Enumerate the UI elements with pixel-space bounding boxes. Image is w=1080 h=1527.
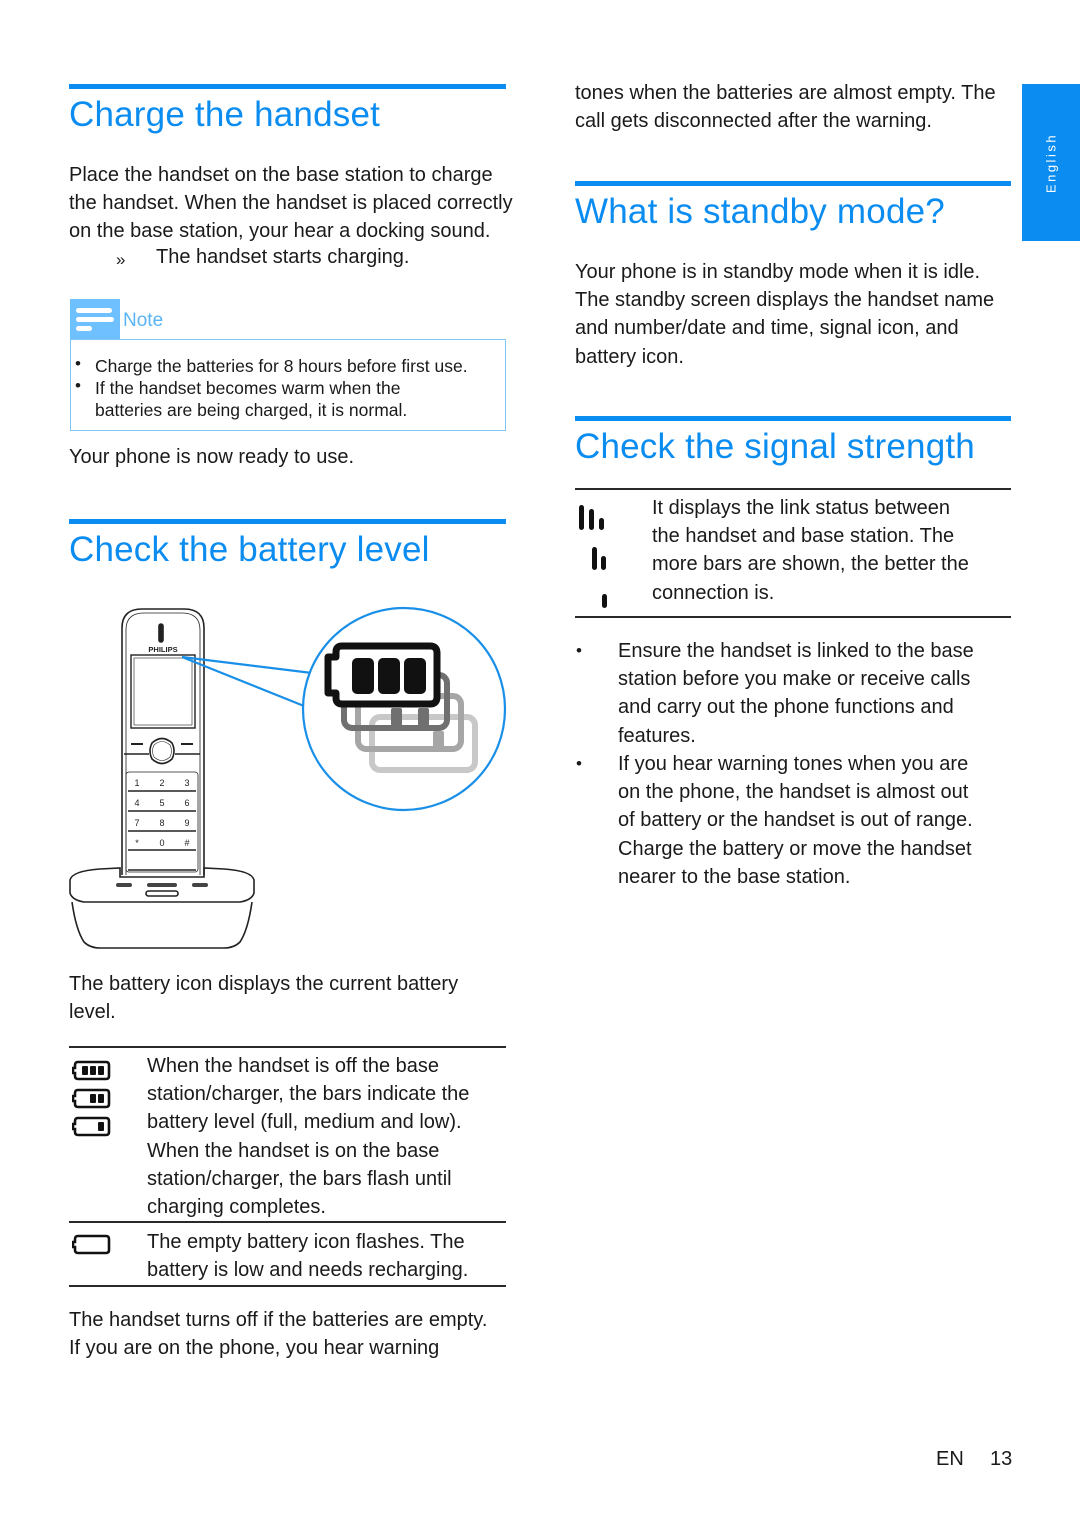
text-line: the handset. When the handset is placed … — [69, 192, 513, 215]
standby-mode-title: What is standby mode? — [575, 192, 945, 231]
phone-battery-illustration: PHILIPS 1 2 3 4 5 6 7 8 9 * 0 # — [69, 606, 507, 949]
signal-low-icon — [602, 594, 607, 608]
table-rule — [575, 488, 1011, 490]
ready-text: Your phone is now ready to use. — [69, 446, 355, 468]
bullet: • — [576, 641, 582, 660]
table-rule — [69, 1221, 506, 1223]
keypad-key: 2 — [159, 778, 164, 788]
table-rule — [69, 1285, 506, 1287]
note-icon — [70, 299, 120, 339]
brand-logo: PHILIPS — [148, 645, 177, 654]
keypad-key: 6 — [184, 798, 189, 808]
section-rule — [69, 84, 506, 89]
bullet: • — [75, 354, 81, 373]
charge-paragraph: Place the handset on the base station to… — [69, 161, 513, 246]
battery-empty-icon — [72, 1234, 111, 1255]
keypad-key: # — [184, 838, 189, 848]
signal-strength-title: Check the signal strength — [575, 427, 975, 466]
battery-level-title: Check the battery level — [69, 530, 430, 569]
note-item: Charge the batteries for 8 hours before … — [95, 356, 468, 376]
keypad-key: 9 — [184, 818, 189, 828]
note-item: If the handset becomes warm when the bat… — [95, 378, 408, 420]
battery-low-icon — [72, 1116, 111, 1137]
signal-levels-icons — [579, 505, 607, 608]
keypad-key: 5 — [159, 798, 164, 808]
signal-table-text: It displays the link status between the … — [652, 497, 969, 604]
battery-medium-icon — [72, 1088, 111, 1109]
battery-outro: The handset turns off if the batteries a… — [69, 1306, 487, 1362]
note-label: Note — [123, 310, 164, 331]
language-tab-label: English — [1043, 132, 1059, 193]
bullet-text: Ensure the handset is linked to the base… — [618, 640, 974, 747]
text-line: The battery icon displays the current ba… — [69, 973, 459, 995]
text-line: Place the handset on the base station to… — [69, 164, 493, 186]
battery-full-icon — [72, 1060, 111, 1081]
signal-medium-icon — [592, 547, 606, 570]
text-line: level. — [69, 1001, 116, 1024]
section-rule — [575, 416, 1011, 421]
bullet-text: If you hear warning tones when you are o… — [618, 753, 973, 888]
standby-paragraph: Your phone is in standby mode when it is… — [575, 261, 995, 368]
text-line: The handset turns off if the batteries a… — [69, 1309, 488, 1331]
keypad: 1 2 3 4 5 6 7 8 9 * 0 # — [134, 778, 189, 848]
keypad-key: 4 — [134, 798, 139, 808]
keypad-key: 0 — [159, 838, 164, 848]
text-line: If you are on the phone, you hear warnin… — [69, 1337, 440, 1360]
keypad-key: 8 — [159, 818, 164, 828]
result-marker: » — [116, 250, 126, 269]
battery-row-text: When the handset is off the base station… — [147, 1055, 470, 1219]
keypad-key: 3 — [184, 778, 189, 788]
keypad-key: 1 — [134, 778, 139, 788]
base-station-illustration — [69, 867, 255, 949]
keypad-key: * — [135, 838, 139, 848]
bullet: • — [75, 376, 81, 395]
result-text: The handset starts charging. — [156, 246, 410, 268]
bullet: • — [576, 754, 582, 773]
section-rule — [575, 181, 1011, 186]
page-number: 13 — [990, 1448, 1013, 1470]
table-rule — [69, 1046, 506, 1048]
text-line: on the base station, your hear a docking… — [69, 220, 491, 243]
continued-text: tones when the batteries are almost empt… — [575, 82, 996, 133]
keypad-key: 7 — [134, 818, 139, 828]
callout-magnifier — [301, 606, 507, 812]
signal-full-icon — [579, 505, 604, 530]
battery-empty-text: The empty battery icon flashes. The batt… — [147, 1231, 469, 1282]
battery-intro: The battery icon displays the current ba… — [69, 970, 458, 1026]
battery-level-icons — [72, 1060, 111, 1137]
footer-language: EN — [936, 1448, 964, 1470]
table-rule — [575, 616, 1011, 618]
section-rule — [69, 519, 506, 524]
charge-handset-title: Charge the handset — [69, 95, 381, 134]
language-tab: English — [1022, 84, 1080, 241]
